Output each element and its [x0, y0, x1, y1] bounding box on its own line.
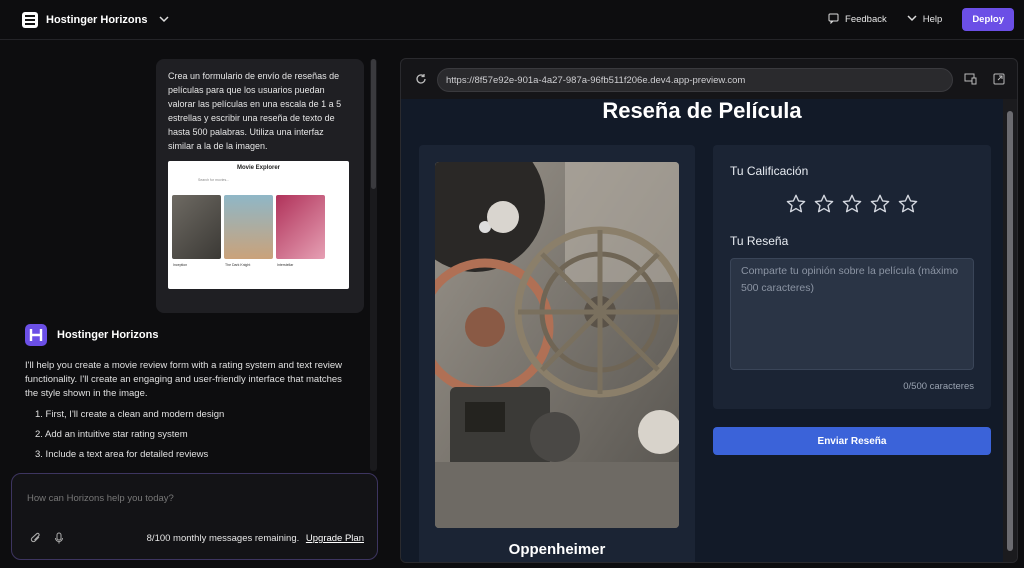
feedback-button[interactable]: Feedback [828, 13, 887, 27]
user-message-text: Crea un formulario de envío de reseñas d… [168, 71, 342, 151]
bot-header: Hostinger Horizons [25, 324, 158, 346]
page-title: Reseña de Película [602, 99, 802, 123]
review-label: Tu Reseña [730, 234, 789, 248]
thumbnail-search: Search for movies... [198, 178, 230, 182]
url-bar[interactable]: https://8f57e92e-901a-4a27-987a-96fb511f… [437, 68, 953, 92]
bot-steps: 1. First, I'll create a clean and modern… [35, 409, 365, 469]
feedback-icon [828, 13, 839, 27]
list-item: 3. Include a text area for detailed revi… [35, 449, 209, 460]
message-composer: 8/100 monthly messages remaining. Upgrad… [11, 473, 378, 560]
chevron-down-icon [907, 14, 917, 25]
submit-review-button[interactable]: Enviar Reseña [713, 427, 991, 455]
movie-card: Oppenheimer [419, 145, 695, 562]
hostinger-logo-icon [22, 11, 38, 28]
star-rating [785, 193, 919, 215]
bot-intro: I'll help you create a movie review form… [25, 360, 343, 399]
brand-name: Hostinger Horizons [46, 13, 148, 26]
star-icon[interactable] [897, 193, 919, 215]
rating-label: Tu Calificación [730, 164, 809, 178]
preview-site: Reseña de Película Oppenheimer Tu Califi… [401, 99, 1003, 562]
list-item: 2. Add an intuitive star rating system [35, 429, 188, 440]
microphone-icon[interactable] [54, 531, 64, 549]
star-icon[interactable] [841, 193, 863, 215]
message-input[interactable] [27, 488, 357, 508]
message-quota: 8/100 monthly messages remaining. Upgrad… [147, 533, 364, 544]
chevron-down-icon [159, 15, 169, 25]
open-external-icon[interactable] [993, 72, 1005, 90]
reload-icon[interactable] [415, 72, 427, 90]
top-bar: Hostinger Horizons Feedback Help Deploy [0, 0, 1024, 40]
thumbnail-card [224, 195, 273, 259]
list-item: 1. First, I'll create a clean and modern… [35, 409, 225, 420]
movie-title: Oppenheimer [508, 541, 606, 558]
device-toggle-icon[interactable] [964, 72, 977, 90]
movie-poster [435, 162, 679, 528]
feedback-label: Feedback [845, 14, 887, 25]
thumbnail-title: Movie Explorer [236, 165, 280, 171]
star-icon[interactable] [785, 193, 807, 215]
brand-menu[interactable]: Hostinger Horizons [22, 11, 169, 28]
help-menu[interactable]: Help [907, 14, 943, 25]
user-message: Crea un formulario de envío de reseñas d… [156, 59, 364, 313]
preview-scrollbar[interactable] [1007, 111, 1013, 551]
star-icon[interactable] [869, 193, 891, 215]
chat-scrollbar[interactable] [371, 59, 376, 189]
attach-icon[interactable] [30, 531, 42, 549]
horizons-logo-icon [25, 324, 47, 346]
review-textarea[interactable] [730, 258, 974, 370]
thumbnail-caption: Inception [173, 263, 188, 267]
bot-name: Hostinger Horizons [57, 329, 159, 341]
thumbnail-caption: The Dark Knight [225, 263, 251, 267]
deploy-button[interactable]: Deploy [962, 8, 1014, 31]
thumbnail-card [276, 195, 325, 259]
attached-image[interactable]: Movie Explorer Search for movies... Ince… [168, 161, 349, 289]
preview-panel: https://8f57e92e-901a-4a27-987a-96fb511f… [400, 58, 1018, 563]
character-counter: 0/500 caracteres [903, 381, 974, 392]
chat-panel: Crea un formulario de envío de reseñas d… [0, 41, 380, 568]
quota-text: 8/100 monthly messages remaining. [146, 533, 300, 544]
upgrade-plan-link[interactable]: Upgrade Plan [306, 533, 364, 544]
thumbnail-card [172, 195, 221, 259]
thumbnail-caption: Interstellar [277, 263, 294, 267]
star-icon[interactable] [813, 193, 835, 215]
help-label: Help [922, 14, 943, 25]
review-form: Tu Calificación Tu Reseña 0/500 caracter… [713, 145, 991, 409]
